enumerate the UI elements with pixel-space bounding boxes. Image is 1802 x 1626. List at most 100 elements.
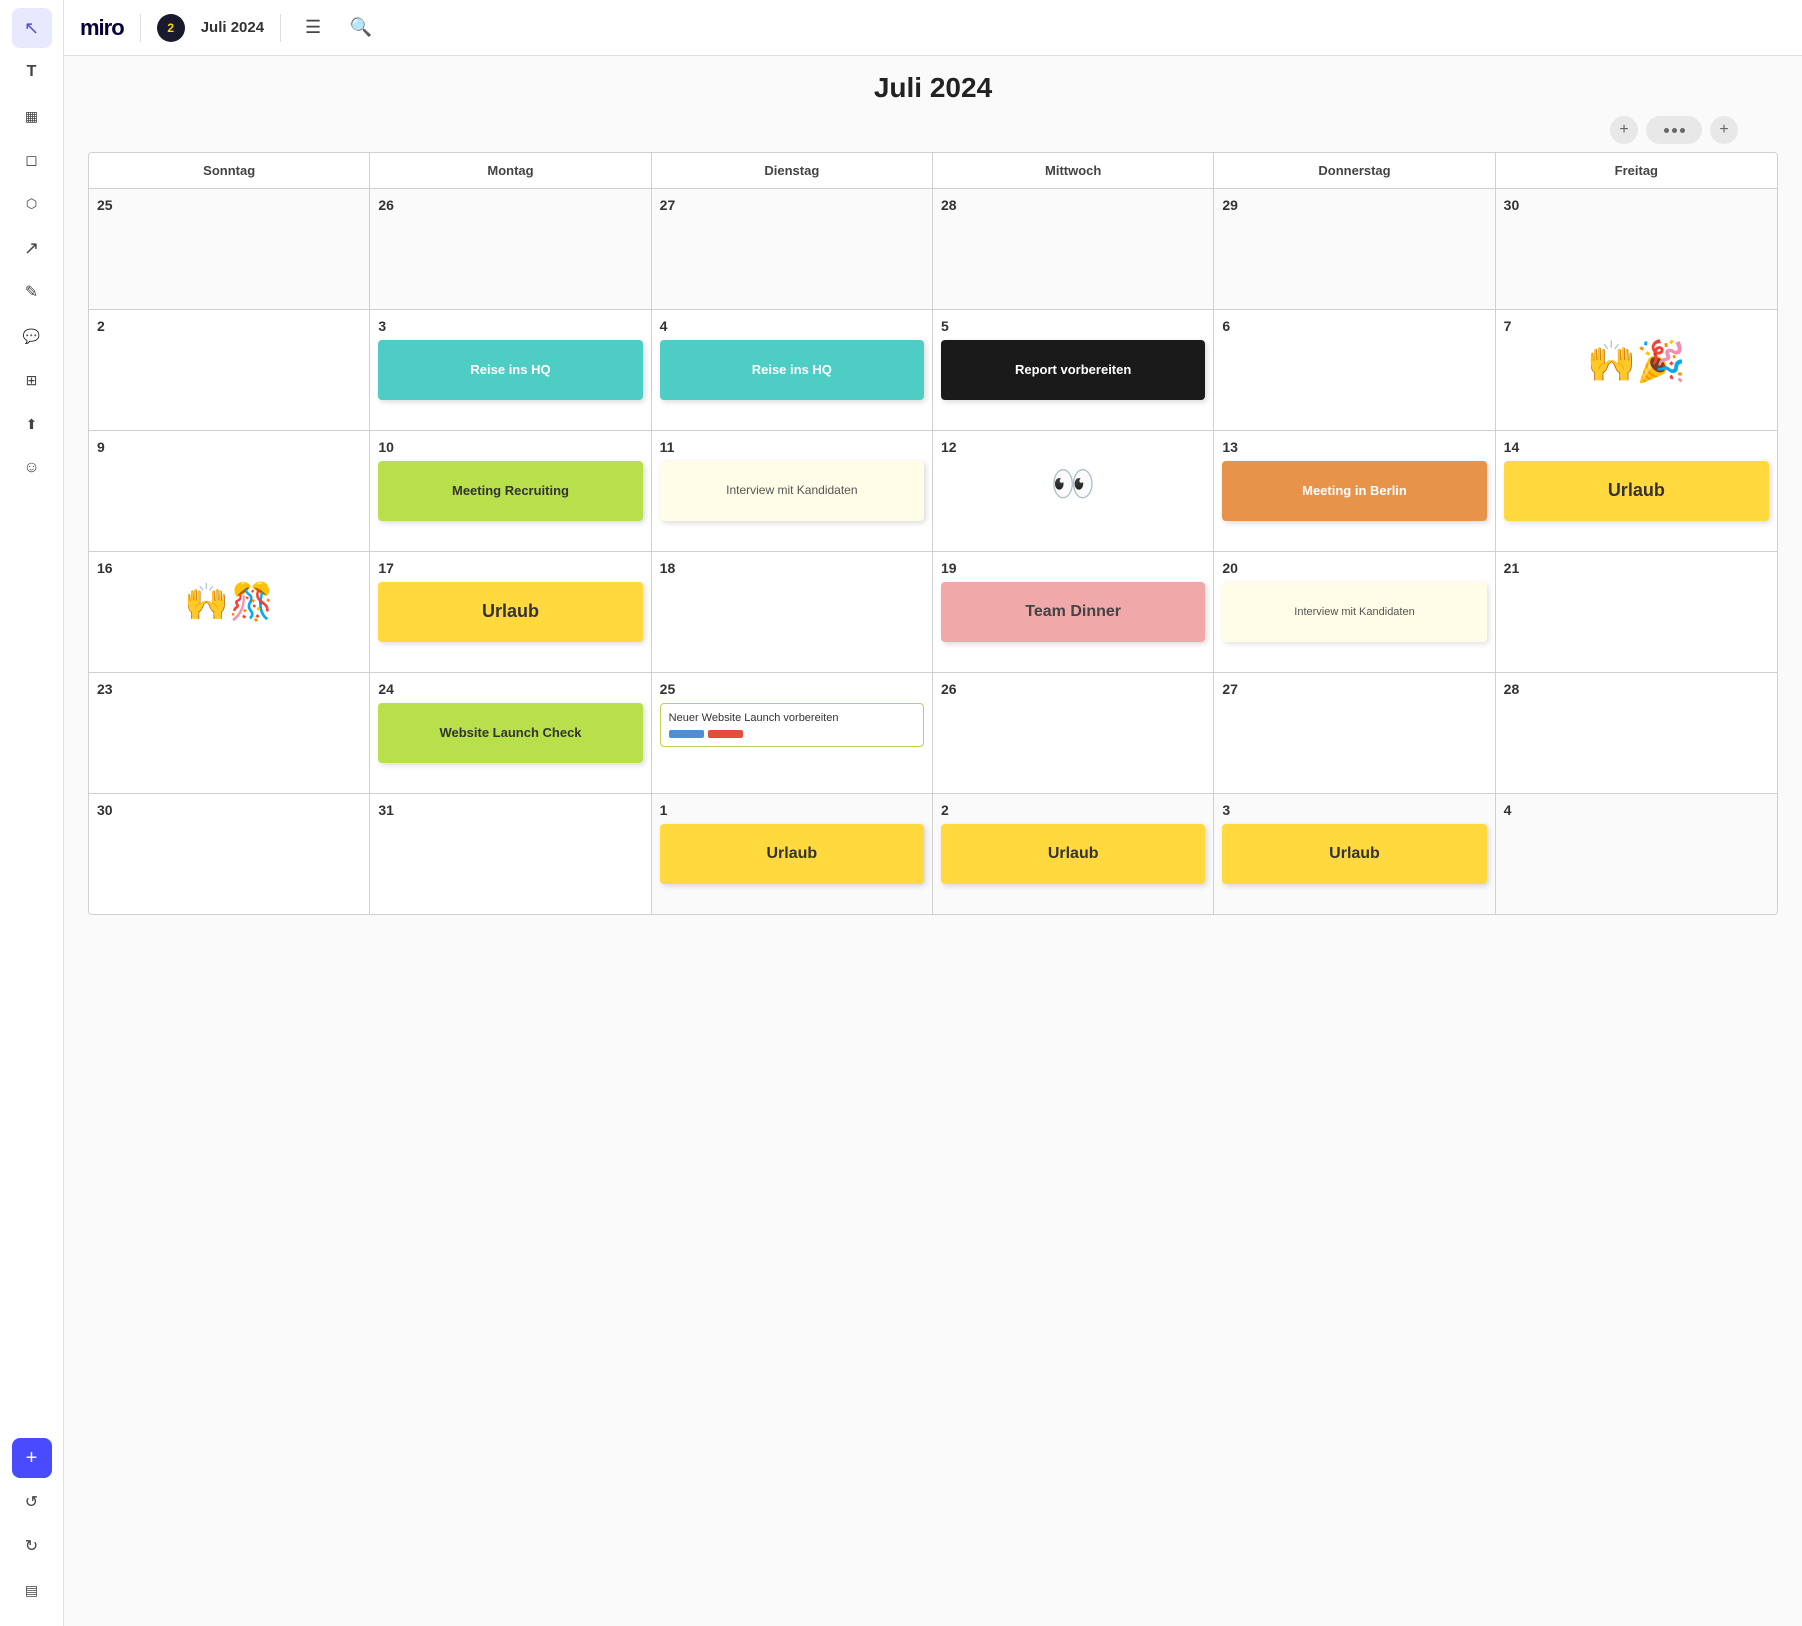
cell-30[interactable]: 30 [89, 794, 370, 914]
cell-31[interactable]: 31 [370, 794, 651, 914]
sticky-meeting-berlin[interactable]: Meeting in Berlin [1222, 461, 1486, 521]
add-column-left-button[interactable]: + [1610, 116, 1638, 144]
day-1-next: 1 [660, 802, 924, 818]
dot1 [1664, 128, 1669, 133]
cell-9[interactable]: 9 [89, 431, 370, 551]
sticky-interview-11[interactable]: Interview mit Kandidaten [660, 461, 924, 521]
frame-tool[interactable]: ⊞ [12, 360, 52, 400]
add-button[interactable]: + [12, 1438, 52, 1478]
day-9: 9 [97, 439, 361, 455]
table-tool[interactable]: ▦ [12, 96, 52, 136]
cell-6[interactable]: 6 [1214, 310, 1495, 430]
task-bars [669, 730, 915, 738]
dot2 [1672, 128, 1677, 133]
day-20: 20 [1222, 560, 1486, 576]
sticky-reise-hq-3[interactable]: Reise ins HQ [378, 340, 642, 400]
main-area: miro 2 Juli 2024 ☰ 🔍 Juli 2024 + + Sonnt… [64, 0, 1802, 1626]
shield-badge: 2 [157, 14, 185, 42]
cell-21[interactable]: 21 [1496, 552, 1777, 672]
line-tool[interactable]: ↗ [12, 228, 52, 268]
cell-25[interactable]: 25 Neuer Website Launch vorbereiten [652, 673, 933, 793]
day-24: 24 [378, 681, 642, 697]
sticky-urlaub-17[interactable]: Urlaub [378, 582, 642, 642]
cell-26[interactable]: 26 [933, 673, 1214, 793]
cell-18[interactable]: 18 [652, 552, 933, 672]
cell-10[interactable]: 10 Meeting Recruiting [370, 431, 651, 551]
cell-30-prev[interactable]: 30 [1496, 189, 1777, 309]
sticky-team-dinner[interactable]: Team Dinner [941, 582, 1205, 642]
cell-13[interactable]: 13 Meeting in Berlin [1214, 431, 1495, 551]
cell-3-next[interactable]: 3 Urlaub [1214, 794, 1495, 914]
upload-tool[interactable]: ⬆ [12, 404, 52, 444]
cell-25-prev[interactable]: 25 [89, 189, 370, 309]
comment-tool[interactable]: 💬 [12, 316, 52, 356]
cell-7[interactable]: 7 🙌🎉 [1496, 310, 1777, 430]
day-27: 27 [1222, 681, 1486, 697]
text-tool[interactable]: T [12, 52, 52, 92]
week-2: 2 3 Reise ins HQ 4 Reise ins HQ 5 Report… [89, 310, 1777, 431]
add-buttons-row: + + [88, 116, 1778, 144]
cell-23[interactable]: 23 [89, 673, 370, 793]
calendar-container: Juli 2024 + + Sonntag Montag Dienstag Mi… [64, 56, 1802, 1626]
menu-icon[interactable]: ☰ [297, 12, 329, 44]
cell-2[interactable]: 2 [89, 310, 370, 430]
cell-24[interactable]: 24 Website Launch Check [370, 673, 651, 793]
sticky-urlaub-2-next[interactable]: Urlaub [941, 824, 1205, 884]
cell-19[interactable]: 19 Team Dinner [933, 552, 1214, 672]
emoji-tool[interactable]: ☺ [12, 448, 52, 488]
day-11: 11 [660, 439, 924, 455]
task-card-website[interactable]: Neuer Website Launch vorbereiten [660, 703, 924, 747]
sticky-report[interactable]: Report vorbereiten [941, 340, 1205, 400]
shield-number: 2 [167, 21, 174, 35]
cell-28-prev[interactable]: 28 [933, 189, 1214, 309]
sticky-urlaub-14[interactable]: Urlaub [1504, 461, 1769, 521]
layers-button[interactable]: ▤ [12, 1570, 52, 1610]
cell-11[interactable]: 11 Interview mit Kandidaten [652, 431, 933, 551]
redo-button[interactable]: ↻ [12, 1526, 52, 1566]
topbar-divider [140, 14, 141, 42]
eyes-icon-12: 👀 [941, 463, 1205, 505]
cell-27-prev[interactable]: 27 [652, 189, 933, 309]
sticky-website-launch-check[interactable]: Website Launch Check [378, 703, 642, 763]
cell-1-next[interactable]: 1 Urlaub [652, 794, 933, 914]
cell-4-next[interactable]: 4 [1496, 794, 1777, 914]
cell-12[interactable]: 12 👀 [933, 431, 1214, 551]
calendar-header: Sonntag Montag Dienstag Mittwoch Donners… [89, 153, 1777, 189]
cell-17[interactable]: 17 Urlaub [370, 552, 651, 672]
undo-button[interactable]: ↺ [12, 1482, 52, 1522]
sticky-meeting-recruiting[interactable]: Meeting Recruiting [378, 461, 642, 521]
header-montag: Montag [370, 153, 651, 188]
sticky-interview-20[interactable]: Interview mit Kandidaten [1222, 582, 1486, 642]
cursor-tool[interactable]: ↖ [12, 8, 52, 48]
cell-20[interactable]: 20 Interview mit Kandidaten [1214, 552, 1495, 672]
sidebar: ↖ T ▦ ◻ ⬡ ↗ ✎ 💬 ⊞ ⬆ ☺ + ↺ ↻ ▤ [0, 0, 64, 1626]
cell-4[interactable]: 4 Reise ins HQ [652, 310, 933, 430]
sticky-reise-hq-4[interactable]: Reise ins HQ [660, 340, 924, 400]
sticky-tool[interactable]: ◻ [12, 140, 52, 180]
day-28: 28 [1504, 681, 1769, 697]
day-6: 6 [1222, 318, 1486, 334]
topbar: miro 2 Juli 2024 ☰ 🔍 [64, 0, 1802, 56]
day-13: 13 [1222, 439, 1486, 455]
cell-2-next[interactable]: 2 Urlaub [933, 794, 1214, 914]
cell-29-prev[interactable]: 29 [1214, 189, 1495, 309]
cell-3[interactable]: 3 Reise ins HQ [370, 310, 651, 430]
week-3: 9 10 Meeting Recruiting 11 Interview mit… [89, 431, 1777, 552]
add-column-right-button[interactable]: + [1710, 116, 1738, 144]
sticky-urlaub-1-next[interactable]: Urlaub [660, 824, 924, 884]
cell-5[interactable]: 5 Report vorbereiten [933, 310, 1214, 430]
cell-14[interactable]: 14 Urlaub [1496, 431, 1777, 551]
sticky-urlaub-3-next[interactable]: Urlaub [1222, 824, 1486, 884]
shapes-tool[interactable]: ⬡ [12, 184, 52, 224]
day-19: 19 [941, 560, 1205, 576]
cell-26-prev[interactable]: 26 [370, 189, 651, 309]
cell-16[interactable]: 16 🙌🎊 [89, 552, 370, 672]
column-options-button[interactable] [1646, 116, 1702, 144]
day-17: 17 [378, 560, 642, 576]
cell-27[interactable]: 27 [1214, 673, 1495, 793]
pencil-tool[interactable]: ✎ [12, 272, 52, 312]
search-icon[interactable]: 🔍 [345, 12, 377, 44]
day-4: 4 [660, 318, 924, 334]
cell-28[interactable]: 28 [1496, 673, 1777, 793]
day-3: 3 [378, 318, 642, 334]
